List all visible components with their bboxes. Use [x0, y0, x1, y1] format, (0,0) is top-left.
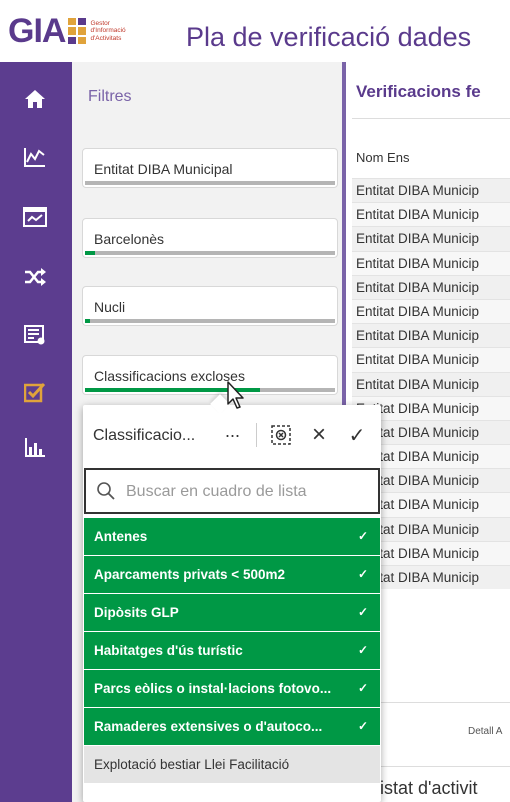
- detail-link[interactable]: Detall A: [468, 726, 502, 737]
- filter-entitat[interactable]: Entitat DIBA Municipal: [82, 148, 338, 188]
- app-header: GIA Gestor d'Informació d'Activitats Pla…: [0, 0, 510, 62]
- option-label: Parcs eòlics o instal·lacions fotovo...: [94, 681, 332, 696]
- listbox-option[interactable]: Ramaderes extensives o d'autoco... ✓: [84, 708, 380, 746]
- listbox-option[interactable]: Explotació bestiar Llei Facilitació: [84, 746, 380, 784]
- option-label: Antenes: [94, 529, 148, 544]
- check-icon: ✓: [357, 529, 368, 543]
- home-icon[interactable]: [20, 84, 50, 114]
- option-label: Ramaderes extensives o d'autoco...: [94, 719, 323, 734]
- check-icon: ✓: [357, 681, 368, 695]
- page-title: Pla de verificació dades: [186, 22, 472, 52]
- table-row[interactable]: Entitat DIBA Municip: [352, 371, 510, 396]
- check-icon: ✓: [357, 719, 368, 733]
- filter-label: Entitat DIBA Municipal: [94, 161, 233, 177]
- check-icon: ✓: [348, 424, 366, 447]
- checkbox-icon[interactable]: [20, 378, 50, 408]
- option-label: Dipòsits GLP: [94, 605, 179, 620]
- line-chart-icon[interactable]: [20, 142, 50, 172]
- confirm-button[interactable]: ✓: [343, 421, 371, 449]
- option-label: Habitatges d'ús turístic: [94, 643, 243, 658]
- table-row[interactable]: Entitat DIBA Municip: [352, 226, 510, 251]
- mouse-cursor-icon: [227, 381, 244, 409]
- more-icon: ···: [224, 424, 241, 445]
- gia-logo[interactable]: GIA Gestor d'Informació d'Activitats: [8, 14, 126, 48]
- report-icon[interactable]: [20, 320, 50, 350]
- left-nav-rail: [0, 62, 72, 802]
- cancel-button[interactable]: ×: [305, 421, 333, 449]
- shuffle-icon[interactable]: [20, 262, 50, 292]
- column-header-nom-ens[interactable]: Nom Ens: [356, 150, 409, 165]
- filter-label: Barcelonès: [94, 231, 165, 247]
- bar-chart-icon[interactable]: [20, 432, 50, 462]
- table-row[interactable]: Entitat DIBA Municip: [352, 202, 510, 227]
- filters-title: Filtres: [88, 88, 132, 105]
- check-icon: ✓: [357, 605, 368, 619]
- listbox-option[interactable]: Habitatges d'ús turístic ✓: [84, 632, 380, 670]
- check-icon: ✓: [357, 567, 368, 581]
- search-input[interactable]: [126, 480, 366, 504]
- listat-title: listat d'activit: [376, 778, 478, 798]
- logo-mark: [68, 18, 87, 44]
- table-title: Verificacions fe: [356, 82, 481, 101]
- clear-selection-button[interactable]: [267, 421, 295, 449]
- option-label: Aparcaments privats < 500m2: [94, 567, 285, 582]
- filter-progress: [85, 319, 335, 323]
- filter-label: Classificacions excloses: [94, 368, 245, 384]
- check-icon: ✓: [357, 643, 368, 657]
- search-icon: [97, 482, 115, 500]
- clear-selection-icon: [271, 425, 291, 445]
- table-row[interactable]: Entitat DIBA Municip: [352, 347, 510, 372]
- table-row[interactable]: Entitat DIBA Municip: [352, 323, 510, 348]
- filter-label: Nucli: [94, 299, 126, 315]
- listbox-option[interactable]: Aparcaments privats < 500m2 ✓: [84, 556, 380, 594]
- filter-progress: [85, 181, 335, 185]
- table-row[interactable]: Entitat DIBA Municip: [352, 274, 510, 299]
- filter-comarca[interactable]: Barcelonès: [82, 218, 338, 258]
- table-row[interactable]: Entitat DIBA Municip: [352, 298, 510, 324]
- listbox-toolbar: ··· × ✓: [218, 421, 371, 449]
- filter-progress: [85, 251, 335, 255]
- listbox-title: Classificacio...: [93, 427, 196, 444]
- dashboard-icon[interactable]: [20, 202, 50, 232]
- listbox-popover: Classificacio... ··· × ✓ Antenes✓Aparcam…: [83, 394, 381, 802]
- more-options-button[interactable]: ···: [218, 421, 246, 449]
- logo-text: GIA: [8, 12, 66, 50]
- toolbar-separator: [256, 423, 257, 447]
- filter-nucli[interactable]: Nucli: [82, 286, 338, 326]
- listbox-options: Antenes ✓ Aparcaments privats < 500m2 ✓ Dipò…: [84, 518, 380, 784]
- filter-classificacions[interactable]: Classificacions excloses: [82, 355, 338, 395]
- table-row[interactable]: Entitat DIBA Municip: [352, 178, 510, 203]
- logo-subtitle: Gestor d'Informació d'Activitats: [90, 19, 126, 42]
- close-icon: ×: [311, 421, 326, 448]
- table-row[interactable]: Entitat DIBA Municip: [352, 250, 510, 275]
- listbox-option[interactable]: Dipòsits GLP ✓: [84, 594, 380, 632]
- listbox-option[interactable]: Parcs eòlics o instal·lacions fotovo... ✓: [84, 670, 380, 708]
- filter-progress: [85, 388, 335, 392]
- option-label: Explotació bestiar Llei Facilitació: [94, 757, 290, 772]
- listbox-search[interactable]: [84, 468, 380, 514]
- divider: [352, 118, 510, 119]
- listbox-option[interactable]: Antenes ✓: [84, 518, 380, 556]
